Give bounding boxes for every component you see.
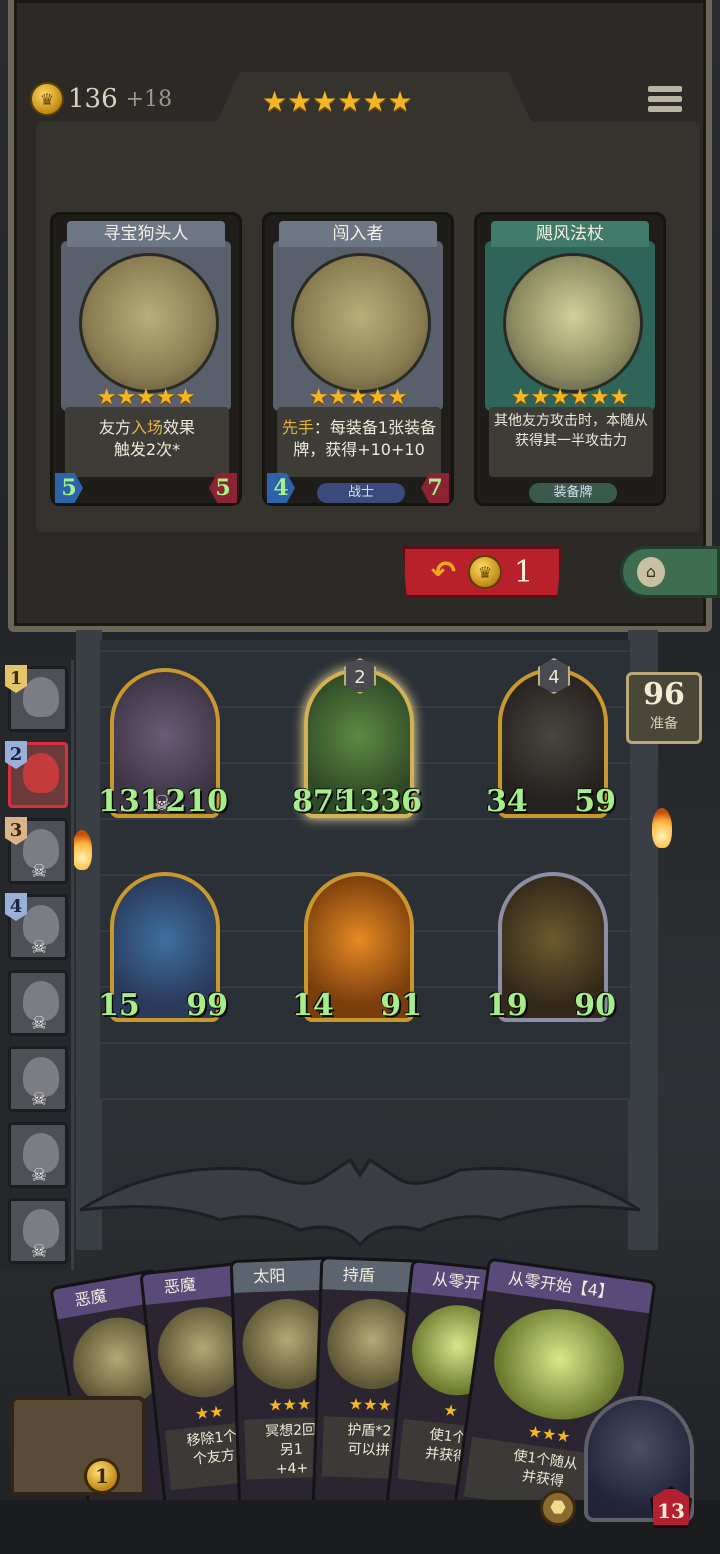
card-name: 飓风法杖 xyxy=(491,221,649,247)
player-slot-7[interactable]: ☠ xyxy=(8,1122,68,1188)
board-minion-5[interactable]: 14 91 xyxy=(292,872,422,1023)
refresh-arrow-icon: ↶ xyxy=(430,554,457,590)
player-slot-5[interactable]: ☠ xyxy=(8,970,68,1036)
treasure-chest-icon[interactable] xyxy=(10,1396,146,1496)
card-health: 7 xyxy=(421,473,449,503)
player-slot-2[interactable]: 2 xyxy=(5,741,68,808)
player-avatar xyxy=(23,677,59,717)
player-slot-6[interactable]: ☠ xyxy=(8,1046,68,1112)
board-minion-4[interactable]: 15 99 xyxy=(98,872,228,1023)
ready-count: 96 xyxy=(643,677,685,712)
refresh-button[interactable]: ↶ ♛ 1 xyxy=(402,546,562,598)
minion-health: 91 xyxy=(380,988,422,1023)
staff-portrait xyxy=(503,253,643,393)
shop-card-1[interactable]: 寻宝狗头人 ★★★★★ 友方入场效果 触发2次* 5 5 xyxy=(50,212,242,506)
shop-card-3[interactable]: 飓风法杖 ★★★★★★ 其他友方攻击时，本随从获得其一半攻击力 装备牌 xyxy=(474,212,666,506)
minion-attack: 34 xyxy=(486,784,528,819)
torch-icon xyxy=(652,808,672,848)
player-slot-8[interactable]: ☠ xyxy=(8,1198,68,1264)
gold-bonus: +18 xyxy=(125,86,173,112)
player-slot-4[interactable]: ☠ 4 xyxy=(5,893,68,960)
refresh-cost: 1 xyxy=(514,554,534,590)
minion-attack: 19 xyxy=(486,988,528,1023)
minion-health: 90 xyxy=(574,988,616,1023)
bat-emblem-icon xyxy=(80,1157,640,1248)
minion-attack: 14 xyxy=(292,988,334,1023)
crown-coin-icon: ♛ xyxy=(30,82,64,116)
card-stars: ★★★★★ xyxy=(308,385,408,410)
minion-health: 210 xyxy=(165,784,228,819)
card-health: 5 xyxy=(209,473,237,503)
card-stars: ★★★★★★ xyxy=(510,385,630,410)
card-description: 友方入场效果 触发2次* xyxy=(65,407,229,477)
card-description: 先手：每装备1张装备牌，获得+10+10 xyxy=(277,407,441,477)
crown-coin-icon: ♛ xyxy=(468,555,503,589)
board-minion-3[interactable]: 4 34 59 xyxy=(486,658,616,819)
lock-icon: ⌂ xyxy=(637,557,665,587)
card-name: 寻宝狗头人 xyxy=(67,221,225,247)
board-minion-1[interactable]: ☠ 131 210 xyxy=(98,668,228,819)
shield-icon[interactable]: ⬣ xyxy=(540,1490,576,1526)
gold-amount: 136 xyxy=(68,84,118,114)
game-screen: ♛ 136 +18 ★★★★★★ 寻宝狗头人 ★★★★★ 友方入场效果 触发2次… xyxy=(0,0,720,1554)
menu-icon[interactable] xyxy=(648,86,682,118)
board-minion-2[interactable]: 2 875 1336 xyxy=(292,658,422,819)
board-minion-6[interactable]: 19 90 xyxy=(486,872,616,1023)
skull-icon: ☠ xyxy=(31,937,48,958)
chest-coin-count: 1 xyxy=(84,1458,120,1494)
tier-stars: ★★★★★★ xyxy=(262,85,413,118)
skull-icon: ☠ xyxy=(31,1089,48,1110)
player-slot-3[interactable]: ☠ 3 xyxy=(5,817,68,884)
tribe-label: 战士 xyxy=(317,483,405,503)
skull-icon: ☠ xyxy=(31,861,48,882)
skull-icon: ☠ xyxy=(31,1165,48,1186)
card-title: 从零开始【4】 xyxy=(486,1260,654,1314)
minion-attack: 15 xyxy=(98,988,140,1023)
player-list: 1 2 ☠ 3 ☠ 4 ☠ ☠ ☠ ☠ xyxy=(0,660,74,1270)
skull-icon: ☠ xyxy=(31,1013,48,1034)
freeze-button[interactable]: ⌂ xyxy=(620,546,720,598)
minion-health: 99 xyxy=(186,988,228,1023)
minion-health: 59 xyxy=(574,784,616,819)
card-attack: 4 xyxy=(267,473,295,503)
tavern-tier-stars: ★★★★★★ xyxy=(262,88,413,116)
shop-card-2[interactable]: 闯入者 ★★★★★ 先手：每装备1张装备牌，获得+10+10 4 战士 7 xyxy=(262,212,454,506)
torch-icon xyxy=(72,830,92,870)
tribe-label: 装备牌 xyxy=(529,483,617,503)
gold-display: ♛ 136 +18 xyxy=(30,82,172,116)
kobold-portrait xyxy=(79,253,219,393)
card-name: 闯入者 xyxy=(279,221,437,247)
skull-icon: ☠ xyxy=(31,1241,48,1262)
minion-health: 1336 xyxy=(338,784,423,819)
ready-label: 准备 xyxy=(650,716,678,732)
player-avatar xyxy=(23,753,59,793)
ready-counter: 96 准备 xyxy=(626,672,702,744)
player-slot-1[interactable]: 1 xyxy=(5,665,68,732)
card-stars: ★★★★★ xyxy=(96,385,196,410)
minion-attack: 131 xyxy=(98,784,161,819)
intruder-portrait xyxy=(291,253,431,393)
card-attack: 5 xyxy=(55,473,83,503)
card-description: 其他友方攻击时，本随从获得其一半攻击力 xyxy=(489,407,653,477)
